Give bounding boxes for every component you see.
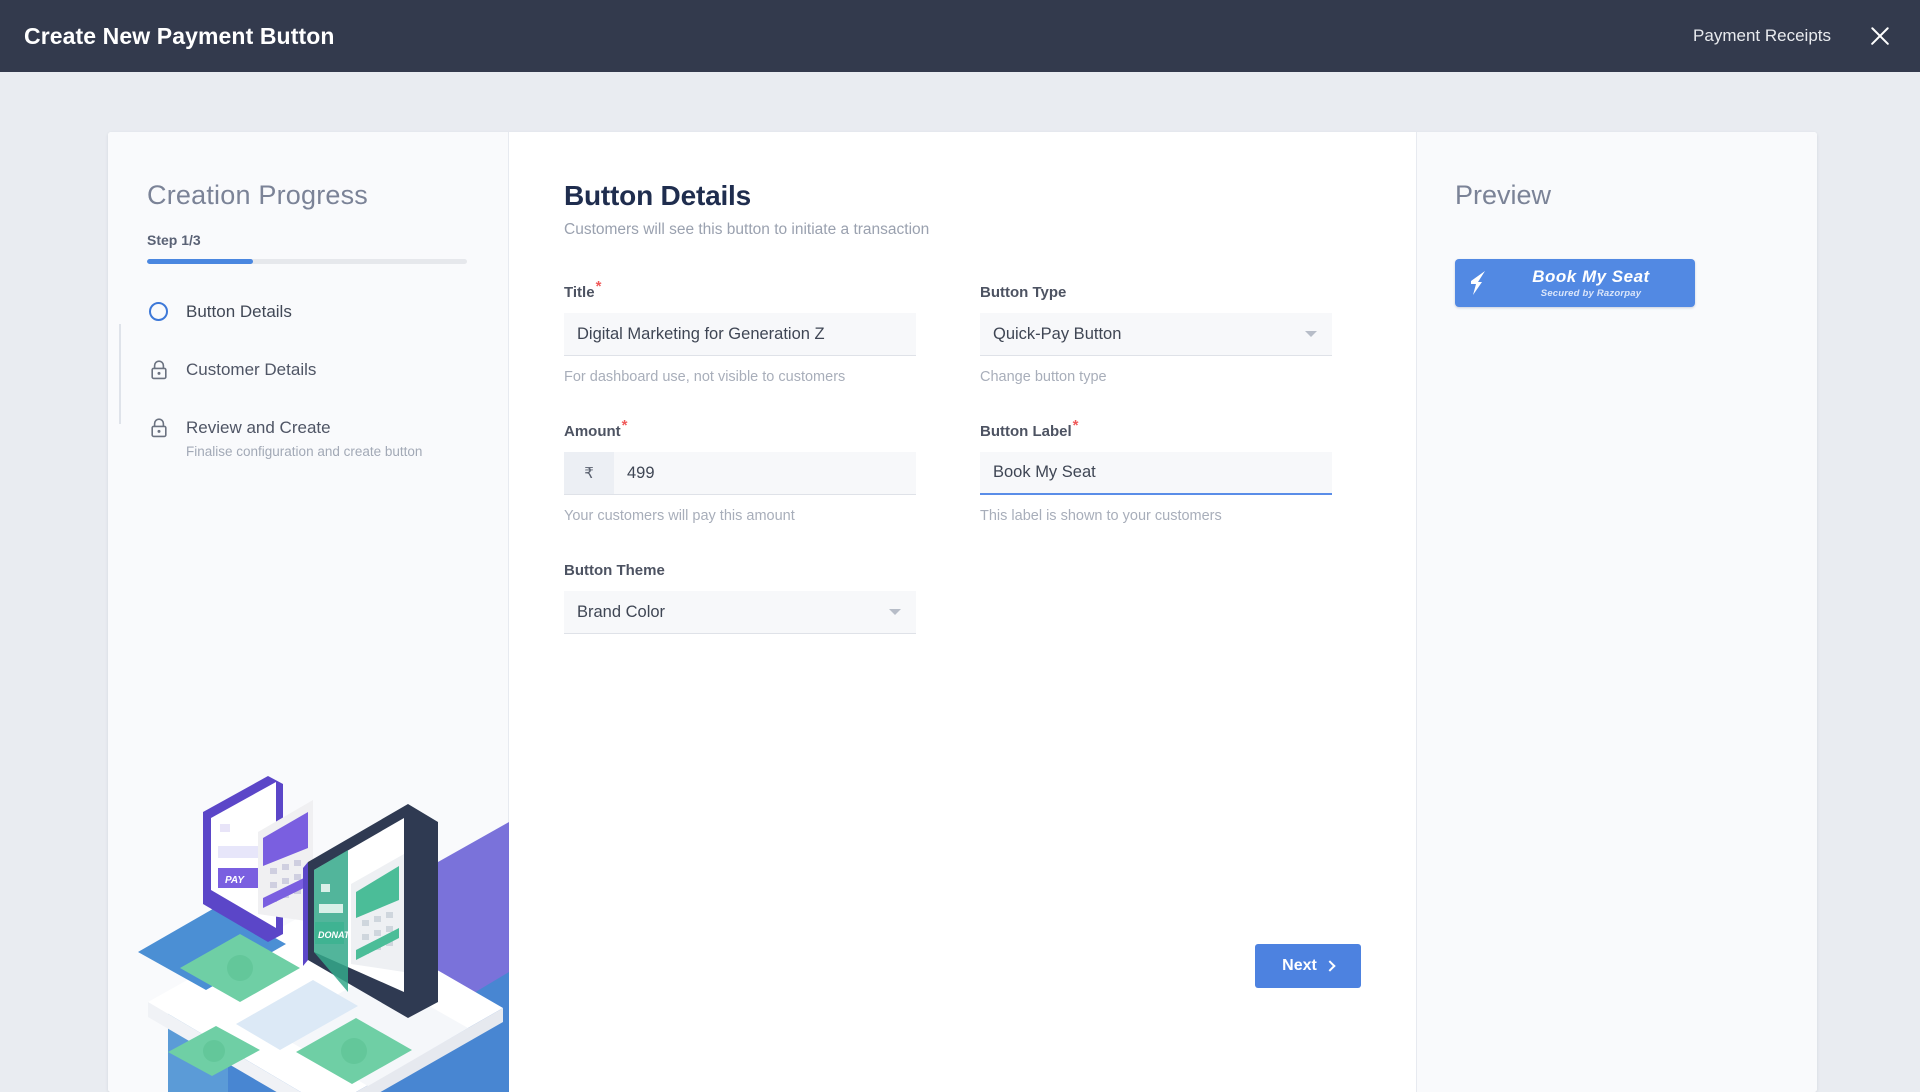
button-label-input[interactable]: Book My Seat	[980, 452, 1332, 495]
circle-outline-icon	[147, 300, 170, 323]
field-title-hint: For dashboard use, not visible to custom…	[564, 369, 846, 385]
page-body: Creation Progress Step 1/3 Button Detail…	[0, 72, 1920, 1092]
field-button-theme: Button Theme Brand Color	[564, 562, 916, 634]
currency-symbol: ₹	[564, 452, 614, 494]
grid-spacer	[980, 562, 1332, 672]
sidebar-step-customer-details[interactable]: Customer Details	[147, 358, 508, 416]
button-type-select[interactable]: Quick-Pay Button	[980, 313, 1332, 356]
wizard-card: Creation Progress Step 1/3 Button Detail…	[108, 132, 1817, 1092]
preview-secured-text: Secured by Razorpay	[1540, 288, 1642, 299]
field-button-label-hint: This label is shown to your customers	[980, 508, 1222, 524]
payment-receipts-link[interactable]: Payment Receipts	[1693, 26, 1831, 46]
chevron-right-icon	[1324, 960, 1336, 972]
field-amount: Amount* ₹ 499 Your customers will pay th…	[564, 417, 916, 524]
field-title: Title* Digital Marketing for Generation …	[564, 278, 916, 385]
title-input-value[interactable]: Digital Marketing for Generation Z	[564, 313, 916, 355]
button-theme-select[interactable]: Brand Color	[564, 591, 916, 634]
field-amount-label: Amount*	[564, 417, 628, 440]
field-amount-hint: Your customers will pay this amount	[564, 508, 795, 524]
amount-input-value[interactable]: 499	[614, 452, 916, 494]
form-subtitle: Customers will see this button to initia…	[564, 221, 930, 238]
form-fields: Title* Digital Marketing for Generation …	[564, 278, 1361, 672]
lock-icon	[147, 358, 170, 381]
button-theme-select-value: Brand Color	[577, 602, 666, 621]
button-label-input-value[interactable]: Book My Seat	[980, 452, 1332, 493]
next-button[interactable]: Next	[1255, 944, 1361, 988]
creation-progress-sidebar: Creation Progress Step 1/3 Button Detail…	[108, 132, 509, 1092]
form-title: Button Details	[564, 180, 751, 211]
lock-icon	[147, 416, 170, 439]
step-sublabel: Finalise configuration and create button	[186, 444, 423, 459]
field-button-label-label: Button Label*	[980, 417, 1079, 440]
field-title-label: Title*	[564, 278, 602, 301]
field-button-theme-label: Button Theme	[564, 562, 665, 579]
sidebar-title: Creation Progress	[147, 180, 368, 210]
chevron-down-icon	[1305, 331, 1317, 337]
svg-text:DONATE: DONATE	[318, 930, 356, 940]
svg-text:PAY: PAY	[225, 875, 245, 886]
preview-button-label: Book My Seat	[1532, 267, 1650, 286]
field-button-label: Button Label* Book My Seat This label is…	[980, 417, 1332, 524]
page-title: Create New Payment Button	[24, 22, 335, 49]
step-label: Customer Details	[186, 360, 317, 379]
step-connector-line	[119, 324, 121, 424]
required-marker: *	[595, 278, 602, 295]
step-list: Button Details Customer Details Review a…	[108, 300, 508, 474]
field-button-type-hint: Change button type	[980, 369, 1107, 385]
progress-bar-fill	[147, 259, 253, 264]
sidebar-header: Creation Progress Step 1/3	[108, 132, 508, 264]
next-button-label: Next	[1282, 957, 1317, 974]
sidebar-step-button-details[interactable]: Button Details	[147, 300, 508, 358]
sidebar-step-review-and-create[interactable]: Review and Create Finalise configuration…	[147, 416, 508, 474]
preview-panel: Preview Book My Seat Secured by Razorpay	[1417, 132, 1817, 1092]
step-counter: Step 1/3	[147, 232, 201, 248]
razorpay-logo-icon	[1455, 270, 1501, 296]
payment-devices-illustration: PAY DONATE	[108, 672, 509, 1092]
app-header: Create New Payment Button Payment Receip…	[0, 0, 1920, 72]
required-marker: *	[1072, 417, 1079, 434]
field-button-type-label: Button Type	[980, 284, 1067, 301]
chevron-down-icon	[889, 609, 901, 615]
close-icon[interactable]	[1867, 23, 1893, 49]
step-label: Review and Create	[186, 418, 331, 437]
header-actions: Payment Receipts	[1693, 23, 1893, 49]
button-details-form: Button Details Customers will see this b…	[509, 132, 1417, 1092]
title-input[interactable]: Digital Marketing for Generation Z	[564, 313, 916, 356]
field-button-type: Button Type Quick-Pay Button Change butt…	[980, 284, 1332, 385]
amount-input[interactable]: ₹ 499	[564, 452, 916, 495]
preview-title: Preview	[1455, 180, 1552, 210]
progress-bar	[147, 259, 467, 264]
preview-pay-button[interactable]: Book My Seat Secured by Razorpay	[1455, 259, 1695, 307]
button-type-select-value: Quick-Pay Button	[993, 324, 1122, 343]
step-label: Button Details	[186, 302, 292, 321]
required-marker: *	[621, 417, 628, 434]
